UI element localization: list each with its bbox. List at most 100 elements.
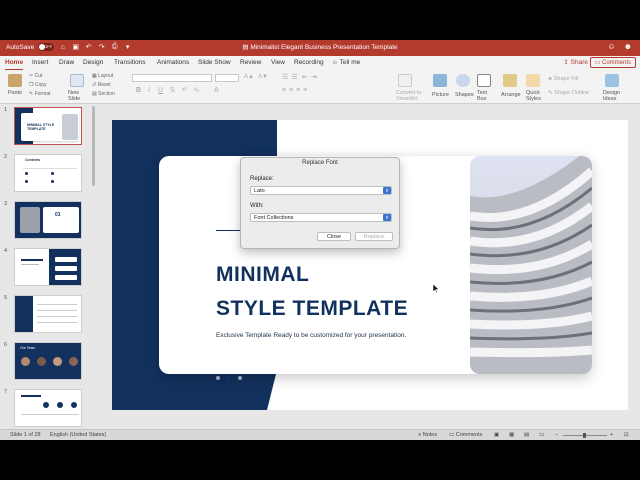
zoom-out-icon[interactable]: − [555,432,558,438]
tab-recording[interactable]: Recording [294,59,324,66]
shapes-icon[interactable] [456,74,470,87]
mouse-cursor-icon [433,284,439,293]
tab-view[interactable]: View [271,59,285,66]
language-indicator[interactable]: English (United States) [50,432,106,438]
text-box-icon[interactable] [477,74,491,87]
quick-styles-label[interactable]: Quick Styles [526,90,541,102]
thumbnail-slide-1[interactable]: MINIMAL STYLE TEMPLATE [14,107,82,145]
superscript-icon[interactable]: x² [182,87,187,93]
reading-view-icon[interactable]: ▤ [524,432,529,438]
thumbnail-slide-4[interactable] [14,248,82,286]
underline-icon[interactable]: U [158,87,163,94]
thumbnail-slide-3[interactable]: 01 [14,201,82,239]
decrease-font-icon[interactable]: A▼ [258,74,268,80]
convert-smartart-label[interactable]: Convert to SmartArt [396,90,426,102]
home-icon[interactable]: ⌂ [58,44,67,51]
smartart-icon[interactable] [398,74,412,87]
undo-icon[interactable]: ↶ [84,43,93,51]
arrange-label[interactable]: Arrange [501,92,521,98]
customize-icon[interactable]: ▾ [123,43,132,51]
building-photo[interactable] [470,156,592,374]
bold-icon[interactable]: B [136,87,141,94]
autosave-label: AutoSave [6,43,35,51]
tab-draw[interactable]: Draw [59,59,74,66]
normal-view-icon[interactable]: ▣ [494,432,499,438]
shape-outline-button[interactable]: ✎ Shape Outline [548,90,589,96]
subscript-icon[interactable]: x₂ [194,87,199,93]
bullets-icon[interactable]: ☰☰ [282,73,301,81]
section-button[interactable]: ▤ Section [92,91,115,97]
slide-sorter-icon[interactable]: ▦ [509,432,514,438]
font-name-dropdown[interactable] [132,74,212,82]
picture-icon[interactable] [433,74,447,87]
italic-icon[interactable]: I [148,87,150,94]
thumbnail-scrollbar[interactable] [92,106,95,186]
align-icon[interactable]: ≡≡≡≡ [282,87,310,94]
print-icon[interactable]: ⎙ [110,43,119,51]
design-ideas-icon[interactable] [605,74,619,87]
cut-button[interactable]: ✂ Cut [29,73,42,79]
tab-design[interactable]: Design [83,59,103,66]
share-label: Share [570,59,588,66]
replace-font-select[interactable]: Lato ⇕ [250,186,392,195]
text-box-label[interactable]: Text Box [477,90,491,102]
picture-label[interactable]: Picture [432,92,449,98]
slideshow-icon[interactable]: ▭ [539,432,544,438]
paste-icon[interactable] [8,74,22,87]
new-slide-label[interactable]: New Slide [68,90,90,102]
font-size-dropdown[interactable] [215,74,239,82]
cut-label: Cut [34,73,43,79]
paste-label[interactable]: Paste [8,90,22,96]
lightbulb-icon: ☼ [332,59,340,66]
new-slide-icon[interactable] [70,74,84,87]
dialog-title: Replace Font [302,160,338,166]
quick-styles-icon[interactable] [526,74,540,87]
thumbnail-slide-5[interactable] [14,295,82,333]
redo-icon[interactable]: ↷ [97,43,106,51]
increase-font-icon[interactable]: A▲ [244,74,254,80]
copy-button[interactable]: ❐ Copy [29,82,47,88]
save-icon[interactable]: ▣ [71,43,80,51]
zoom-slider-thumb[interactable] [583,433,586,438]
comment-icon: ▭ [449,432,456,438]
comments-status-button[interactable]: ▭ Comments [449,432,482,438]
thumbnail-slide-7[interactable] [14,389,82,427]
section-label: Section [98,91,115,97]
notes-button[interactable]: ≡ Notes [418,432,437,438]
layout-button[interactable]: ▦ Layout [92,73,113,79]
replace-button[interactable]: Replace [355,232,393,241]
with-font-select[interactable]: Font Collections ⇕ [250,213,392,222]
reset-button[interactable]: ↺ Reset [92,82,111,88]
indent-icon[interactable]: ⇤⇥ [302,73,320,81]
slide-subtitle[interactable]: Exclusive Template Ready to be customize… [216,332,406,339]
tab-insert[interactable]: Insert [32,59,48,66]
dropdown-arrow-icon[interactable]: ⇕ [383,187,391,194]
tab-transitions[interactable]: Transitions [114,59,146,66]
shape-fill-button[interactable]: ◈ Shape Fill [548,76,578,82]
zoom-in-icon[interactable]: + [610,432,613,438]
autosave-toggle[interactable]: OFF [38,43,55,51]
tab-animations[interactable]: Animations [157,59,189,66]
dropdown-arrow-icon[interactable]: ⇕ [383,214,391,221]
font-color-icon[interactable]: A [214,87,219,94]
tell-me-search[interactable]: ☼ Tell me [332,59,360,66]
arrange-icon[interactable] [503,74,517,87]
thumbnail-slide-6[interactable]: Our Team [14,342,82,380]
person-icon[interactable]: ☻ [624,42,632,51]
format-painter-button[interactable]: ✎ Format [29,91,50,97]
share-button[interactable]: ⇪ Share [563,58,588,66]
fit-to-window-icon[interactable]: ⊡ [624,432,629,438]
comments-button[interactable]: ▭ Comments [589,57,636,68]
slide-title-line-1[interactable]: MINIMAL [216,263,309,287]
tab-home[interactable]: Home [5,59,24,71]
strikethrough-icon[interactable]: S [170,87,175,94]
design-ideas-label[interactable]: Design Ideas [603,90,623,102]
tab-review[interactable]: Review [240,59,261,66]
slide-title-line-2[interactable]: STYLE TEMPLATE [216,297,408,321]
thumbnail-slide-2[interactable]: Contents [14,154,82,192]
shapes-label[interactable]: Shapes [455,92,474,98]
tab-slide-show[interactable]: Slide Show [198,59,231,66]
close-button[interactable]: Close [317,232,351,241]
smiley-icon[interactable]: ☺ [607,42,615,51]
replace-font-dialog: Replace Font Replace: Lato ⇕ With: Font … [240,157,400,249]
